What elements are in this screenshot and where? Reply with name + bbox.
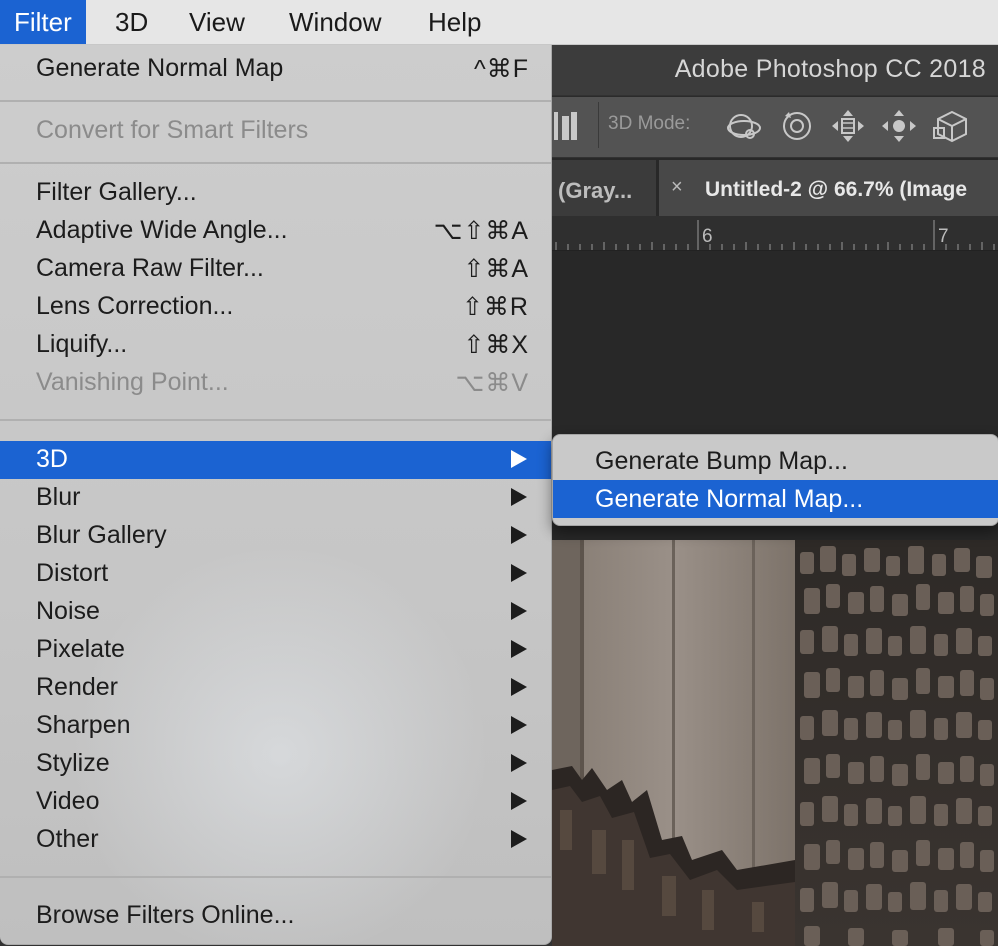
menu-item-blur[interactable]: Blur	[0, 479, 551, 517]
menu-item-filter-gallery[interactable]: Filter Gallery...	[0, 174, 551, 212]
menu-item-label: Render	[36, 673, 118, 701]
menu-item-label: Adaptive Wide Angle...	[36, 216, 288, 244]
menu-item-shortcut: ⇧⌘A	[463, 255, 529, 283]
document-image	[552, 540, 998, 946]
orbit-3d-icon[interactable]	[724, 106, 764, 146]
submenu-arrow-icon	[511, 830, 527, 848]
submenu-arrow-icon	[511, 678, 527, 696]
menu-item-label: Liquify...	[36, 330, 128, 358]
menu-item-label: Vanishing Point...	[36, 368, 229, 396]
menu-item-distort[interactable]: Distort	[0, 555, 551, 593]
submenu-item-generate-normal-map[interactable]: Generate Normal Map...	[553, 480, 998, 518]
submenu-3d: Generate Bump Map... Generate Normal Map…	[552, 434, 998, 526]
ruler-label-7: 7	[938, 226, 949, 247]
menu-filter[interactable]: Filter	[0, 0, 86, 44]
options-separator	[598, 102, 599, 148]
slide-3d-icon[interactable]	[880, 106, 918, 146]
menu-item-label: Lens Correction...	[36, 292, 234, 320]
menu-help[interactable]: Help	[414, 0, 495, 44]
menu-item-video[interactable]: Video	[0, 783, 551, 821]
horizontal-ruler: 6 7	[552, 216, 998, 251]
menu-item-label: Video	[36, 787, 100, 815]
submenu-item-label: Generate Bump Map...	[595, 447, 848, 475]
menu-item-adaptive-wide-angle[interactable]: Adaptive Wide Angle... ⌥⇧⌘A	[0, 212, 551, 250]
menu-item-label: Sharpen	[36, 711, 131, 739]
menu-item-liquify[interactable]: Liquify... ⇧⌘X	[0, 326, 551, 364]
menu-item-3d[interactable]: 3D	[0, 441, 551, 479]
menu-item-pixelate[interactable]: Pixelate	[0, 631, 551, 669]
menu-item-vanishing-point: Vanishing Point... ⌥⌘V	[0, 364, 551, 402]
3d-mode-label: 3D Mode:	[608, 113, 691, 134]
scale-3d-icon[interactable]	[932, 106, 972, 146]
menu-item-shortcut: ⇧⌘R	[461, 293, 529, 321]
wood-texture-image	[552, 540, 998, 946]
menu-item-convert-smart-filters: Convert for Smart Filters	[0, 112, 551, 150]
menu-3d[interactable]: 3D	[101, 0, 162, 44]
menu-item-label: Blur	[36, 483, 81, 511]
submenu-arrow-icon	[511, 488, 527, 506]
submenu-arrow-icon	[511, 450, 527, 468]
ruler-ticks	[555, 220, 995, 250]
submenu-arrow-icon	[511, 640, 527, 658]
submenu-arrow-icon	[511, 792, 527, 810]
menu-item-label: Other	[36, 825, 99, 853]
menu-item-shortcut: ⌥⇧⌘A	[433, 217, 529, 245]
tab-untitled-2-label: Untitled-2 @ 66.7% (Image	[705, 178, 968, 201]
menu-item-label: Browse Filters Online...	[36, 901, 295, 929]
distribute-icon[interactable]	[552, 106, 578, 146]
submenu-item-label: Generate Normal Map...	[595, 485, 864, 513]
menu-item-browse-filters-online[interactable]: Browse Filters Online...	[0, 897, 551, 935]
menu-item-label: Filter Gallery...	[36, 178, 197, 206]
menu-separator	[0, 100, 551, 102]
menu-item-label: Distort	[36, 559, 109, 587]
app-title: Adobe Photoshop CC 2018	[674, 55, 986, 83]
tab-gray-label: (Gray...	[558, 178, 633, 203]
menu-item-label: Pixelate	[36, 635, 125, 663]
submenu-arrow-icon	[511, 526, 527, 544]
app-title-bar: Adobe Photoshop CC 2018	[552, 45, 998, 95]
submenu-arrow-icon	[511, 564, 527, 582]
tab-untitled-2[interactable]: × Untitled-2 @ 66.7% (Image	[659, 160, 998, 216]
menu-view[interactable]: View	[175, 0, 259, 44]
close-icon[interactable]: ×	[671, 176, 683, 199]
roll-3d-icon[interactable]	[779, 106, 815, 146]
menu-item-label: Convert for Smart Filters	[36, 116, 309, 144]
menu-item-shortcut: ^⌘F	[473, 55, 529, 83]
submenu-item-generate-bump-map[interactable]: Generate Bump Map...	[553, 442, 998, 480]
menu-item-lens-correction[interactable]: Lens Correction... ⇧⌘R	[0, 288, 551, 326]
tab-gray-document[interactable]: (Gray...	[552, 160, 656, 216]
menu-item-shortcut: ⌥⌘V	[455, 369, 529, 397]
filter-menu: Generate Normal Map ^⌘F Convert for Smar…	[0, 44, 552, 945]
menu-item-shortcut: ⇧⌘X	[463, 331, 529, 359]
menu-item-stylize[interactable]: Stylize	[0, 745, 551, 783]
menu-item-noise[interactable]: Noise	[0, 593, 551, 631]
menu-item-label: Blur Gallery	[36, 521, 167, 549]
menu-item-camera-raw-filter[interactable]: Camera Raw Filter... ⇧⌘A	[0, 250, 551, 288]
menu-item-label: Generate Normal Map	[36, 54, 284, 82]
menu-item-label: Stylize	[36, 749, 110, 777]
submenu-arrow-icon	[511, 754, 527, 772]
ruler-label-6: 6	[702, 226, 713, 247]
menu-item-label: Noise	[36, 597, 100, 625]
menu-window[interactable]: Window	[275, 0, 395, 44]
menu-bar: Filter 3D View Window Help	[0, 0, 998, 45]
menu-separator	[0, 419, 551, 421]
menu-item-label: 3D	[36, 445, 68, 473]
submenu-arrow-icon	[511, 716, 527, 734]
menu-item-sharpen[interactable]: Sharpen	[0, 707, 551, 745]
menu-item-label: Camera Raw Filter...	[36, 254, 264, 282]
menu-item-other[interactable]: Other	[0, 821, 551, 859]
submenu-arrow-icon	[511, 602, 527, 620]
menu-separator	[0, 876, 551, 878]
menu-separator	[0, 162, 551, 164]
menu-item-blur-gallery[interactable]: Blur Gallery	[0, 517, 551, 555]
menu-item-render[interactable]: Render	[0, 669, 551, 707]
pan-3d-icon[interactable]	[830, 106, 866, 146]
menu-item-last-filter[interactable]: Generate Normal Map ^⌘F	[0, 50, 551, 88]
